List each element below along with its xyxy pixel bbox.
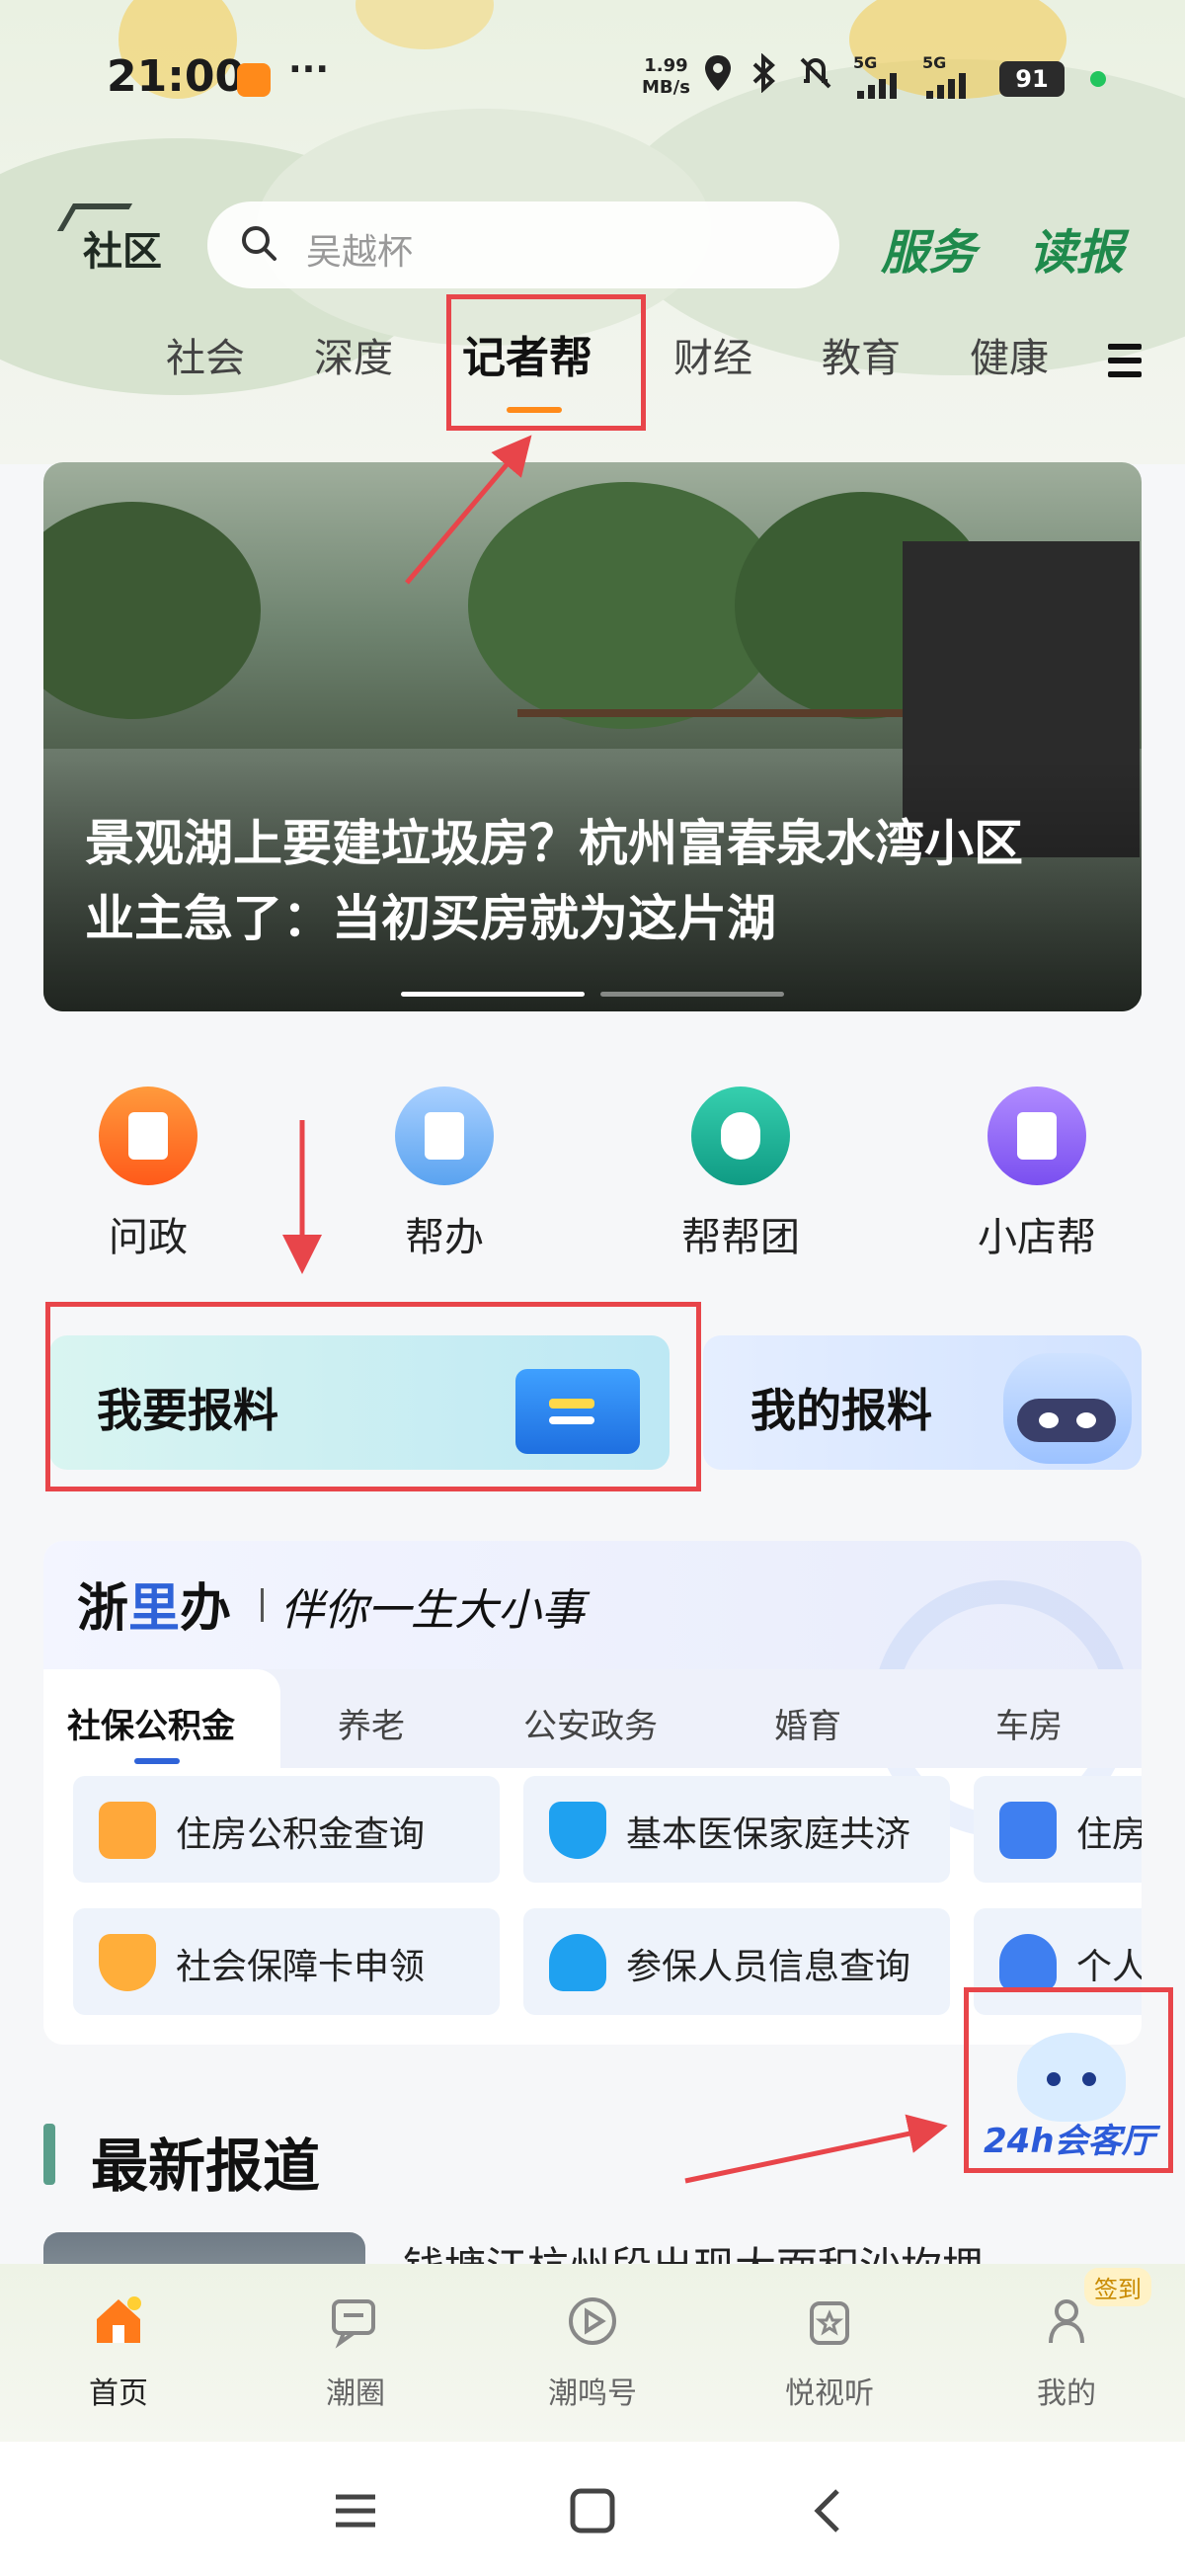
signin-badge[interactable]: 签到 (1084, 2268, 1151, 2306)
nav-label: 首页 (89, 2376, 148, 2411)
nav-yueshiting[interactable]: 悦视听 (750, 2294, 908, 2412)
nav-label: 潮鸣号 (548, 2376, 637, 2411)
nav-chaoquan[interactable]: 潮圈 (276, 2294, 434, 2412)
system-navigation-bar (0, 2442, 1185, 2576)
nav-me[interactable]: 我的 (988, 2294, 1146, 2412)
home-icon (91, 2294, 146, 2349)
nav-label: 悦视听 (785, 2376, 874, 2411)
bottom-navigation: 首页 潮圈 潮鸣号 悦视听 我的 (0, 2264, 1185, 2442)
nav-home[interactable]: 首页 (40, 2294, 198, 2412)
nav-label: 我的 (1037, 2376, 1096, 2411)
arrow-to-tab (405, 435, 532, 585)
home-button-icon[interactable] (563, 2481, 622, 2540)
play-circle-icon (565, 2294, 620, 2349)
star-bag-icon (802, 2294, 857, 2349)
annotation-arrows (282, 435, 948, 2184)
menu-icon[interactable] (326, 2481, 385, 2540)
chat-icon (328, 2294, 383, 2349)
back-icon[interactable] (800, 2481, 859, 2540)
arrow-to-assistant (684, 2114, 948, 2184)
nav-label: 潮圈 (326, 2376, 385, 2411)
nav-chaominghao[interactable]: 潮鸣号 (514, 2294, 672, 2412)
user-icon (1039, 2294, 1094, 2349)
